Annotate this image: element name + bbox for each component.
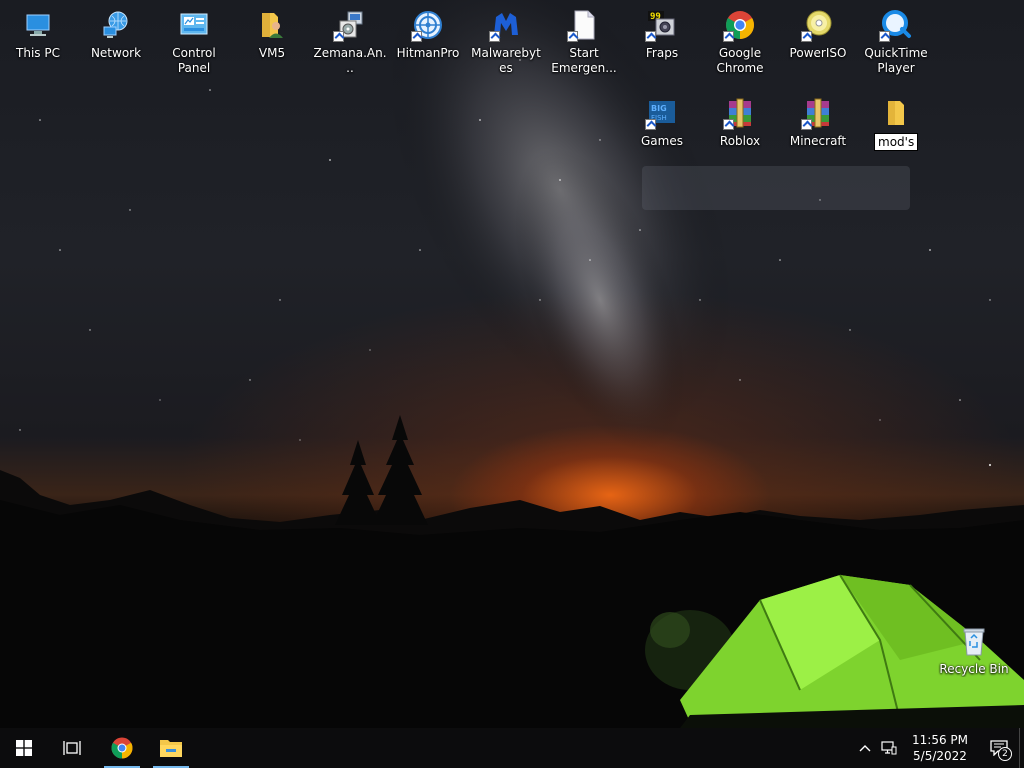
shortcut-arrow-icon <box>723 31 734 42</box>
shortcut-arrow-icon <box>801 119 812 130</box>
desktop-icon-google-chrome[interactable]: Google Chrome <box>702 8 778 76</box>
desktop-icon-new-folder-renaming[interactable] <box>858 96 934 151</box>
shortcut-arrow-icon <box>411 31 422 42</box>
icon-label: Google Chrome <box>716 46 764 75</box>
task-view-button[interactable] <box>48 728 96 768</box>
desktop-icon-start-emergency[interactable]: Start Emergen... <box>546 8 622 76</box>
desktop-icon-this-pc[interactable]: This PC <box>0 8 76 61</box>
winrar-archive-icon <box>723 96 757 130</box>
task-view-icon <box>63 741 81 755</box>
user-folder-icon <box>255 8 289 42</box>
system-tray: 11:56 PM 5/5/2022 2 <box>853 728 1024 768</box>
icon-label: Fraps <box>645 46 679 60</box>
desktop-icon-zemana[interactable]: Zemana.An... <box>312 8 388 76</box>
show-hidden-icons-button[interactable] <box>853 728 877 768</box>
notification-count-badge: 2 <box>998 747 1012 761</box>
taskbar: 11:56 PM 5/5/2022 2 <box>0 728 1024 768</box>
icon-label: Malwarebytes <box>471 46 541 75</box>
desktop-icon-minecraft[interactable]: Minecraft <box>780 96 856 149</box>
chrome-icon <box>723 8 757 42</box>
document-icon <box>567 8 601 42</box>
chrome-icon <box>111 737 133 759</box>
winrar-archive-icon <box>801 96 835 130</box>
shortcut-arrow-icon <box>645 31 656 42</box>
show-desktop-button[interactable] <box>1019 728 1024 768</box>
icon-label: HitmanPro <box>396 46 460 60</box>
icon-label: Recycle Bin <box>939 662 1009 676</box>
fraps-icon: 99 <box>645 8 679 42</box>
control-panel-icon <box>177 8 211 42</box>
recycle-bin-icon <box>957 624 991 658</box>
clock-date: 5/5/2022 <box>913 749 967 763</box>
desktop-icon-poweriso[interactable]: PowerISO <box>780 8 856 61</box>
network-globe-icon <box>99 8 133 42</box>
big-fish-games-icon: BIG FISH <box>645 96 679 130</box>
shortcut-arrow-icon <box>645 119 656 130</box>
network-status-button[interactable] <box>877 728 901 768</box>
icon-label: Zemana.An... <box>313 46 387 75</box>
disc-icon <box>801 8 835 42</box>
file-explorer-folder-icon <box>160 740 182 757</box>
icon-label: Network <box>90 46 142 60</box>
icon-label: QuickTime Player <box>864 46 928 75</box>
installer-icon <box>333 8 367 42</box>
malwarebytes-logo-icon <box>489 8 523 42</box>
desktop-icon-control-panel[interactable]: Control Panel <box>156 8 232 76</box>
icon-label: Minecraft <box>789 134 847 148</box>
rename-input[interactable] <box>874 133 918 151</box>
shortcut-arrow-icon <box>567 31 578 42</box>
taskbar-chrome-button[interactable] <box>102 728 142 768</box>
desktop-icon-malwarebytes[interactable]: Malwarebytes <box>468 8 544 76</box>
shortcut-arrow-icon <box>879 31 890 42</box>
action-center-button[interactable]: 2 <box>979 728 1019 768</box>
computer-icon <box>21 8 55 42</box>
desktop-icon-fraps[interactable]: 99 Fraps <box>624 8 700 61</box>
tooltip-ghost <box>642 166 910 210</box>
shortcut-arrow-icon <box>723 119 734 130</box>
quicktime-icon <box>879 8 913 42</box>
icon-label: PowerISO <box>789 46 847 60</box>
icon-label: Games <box>641 134 683 148</box>
taskbar-clock[interactable]: 11:56 PM 5/5/2022 <box>901 732 979 764</box>
windows-logo-icon <box>16 740 32 756</box>
icon-label: Control Panel <box>172 46 216 75</box>
shortcut-arrow-icon <box>801 31 812 42</box>
desktop-icon-roblox[interactable]: Roblox <box>702 96 778 149</box>
folder-icon <box>879 96 913 130</box>
chevron-up-icon <box>859 745 871 752</box>
icon-label: This PC <box>16 46 60 60</box>
shortcut-arrow-icon <box>333 31 344 42</box>
crosshair-icon <box>411 8 445 42</box>
desktop-icon-hitmanpro[interactable]: HitmanPro <box>390 8 466 61</box>
desktop-icon-vm5[interactable]: VM5 <box>234 8 310 61</box>
network-wired-icon <box>881 741 897 755</box>
desktop-icon-quicktime[interactable]: QuickTime Player <box>858 8 934 76</box>
icon-label: Roblox <box>719 134 761 148</box>
clock-time: 11:56 PM <box>912 733 968 747</box>
svg-text:BIG: BIG <box>651 104 667 113</box>
desktop-icon-network[interactable]: Network <box>78 8 154 61</box>
icon-label: VM5 <box>258 46 286 60</box>
taskbar-file-explorer-button[interactable] <box>151 728 191 768</box>
shortcut-arrow-icon <box>489 31 500 42</box>
start-button[interactable] <box>0 728 48 768</box>
icon-label: Start Emergen... <box>551 46 617 75</box>
desktop-icon-recycle-bin[interactable]: Recycle Bin <box>936 624 1012 677</box>
desktop-icon-games[interactable]: BIG FISH Games <box>624 96 700 149</box>
